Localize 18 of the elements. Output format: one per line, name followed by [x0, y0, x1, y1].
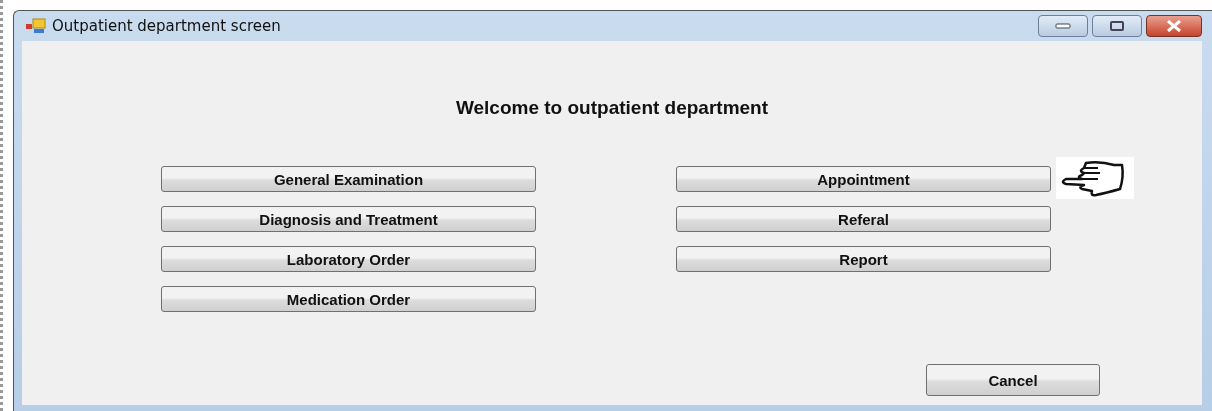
menu-button[interactable]: General Examination: [161, 166, 536, 192]
maximize-icon: [1109, 20, 1125, 32]
maximize-button[interactable]: [1092, 15, 1142, 37]
menu-button[interactable]: Report: [676, 246, 1051, 272]
cancel-button[interactable]: Cancel: [926, 364, 1100, 396]
menu-button[interactable]: Referal: [676, 206, 1051, 232]
close-icon: [1165, 20, 1183, 32]
minimize-button[interactable]: [1038, 15, 1088, 37]
menu-button[interactable]: Laboratory Order: [161, 246, 536, 272]
menu-button[interactable]: Diagnosis and Treatment: [161, 206, 536, 232]
welcome-heading: Welcome to outpatient department: [454, 97, 770, 119]
close-button[interactable]: [1146, 15, 1202, 37]
menu-button[interactable]: Appointment: [676, 166, 1051, 192]
pointing-hand-icon: [1056, 157, 1134, 199]
window-title: Outpatient department screen: [52, 17, 281, 35]
app-icon: [26, 18, 46, 34]
menu-button[interactable]: Medication Order: [161, 286, 536, 312]
minimize-icon: [1055, 23, 1071, 29]
